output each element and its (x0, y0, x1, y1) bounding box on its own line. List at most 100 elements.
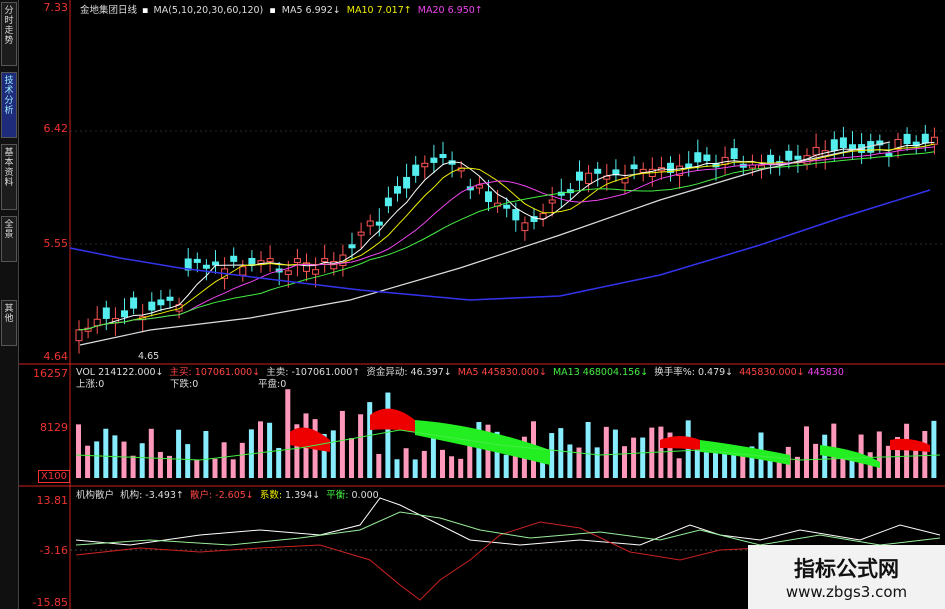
candle-body (421, 162, 429, 168)
ma10-value: MA10 7.017↑ (346, 5, 412, 16)
volume-bar (148, 428, 154, 478)
inst-value: -3.493↑ (145, 490, 184, 501)
tab-fundamentals[interactable]: 基本资料 (1, 144, 17, 210)
vol-ma5-value: MA5 445830.000↓ (457, 367, 547, 378)
volume-bar (349, 438, 354, 478)
view-tab-strip: 分时走势 技术分析 基本资料 全景 其他 (0, 0, 19, 609)
volume-bar (258, 421, 263, 478)
volume-bar (731, 454, 737, 478)
volume-bar (230, 459, 236, 478)
candle-body (121, 310, 128, 318)
up-count: 上涨:0 (76, 379, 105, 390)
volume-bar (421, 450, 427, 478)
volume-bar (503, 454, 509, 478)
volume-bar (804, 426, 809, 478)
volume-axis-label: 8129 (40, 421, 68, 434)
volume-bar (212, 458, 218, 478)
volume-bar (121, 441, 127, 478)
volume-bar (76, 424, 81, 478)
volume-bar (622, 446, 627, 478)
candle-body (312, 269, 320, 275)
ma-line (78, 143, 935, 331)
candle-body (849, 144, 856, 150)
fund-label: 资金异动: (366, 367, 408, 378)
candle-body (403, 176, 411, 189)
candle-body (812, 146, 820, 156)
volume-bar (358, 414, 364, 478)
ma-line (78, 141, 935, 331)
volume-bar (85, 445, 91, 478)
candle-body (721, 156, 729, 165)
volume-bar (676, 458, 682, 478)
volume-bar (558, 428, 564, 478)
tab-other[interactable]: 其他 (1, 300, 17, 346)
volume-bar (385, 392, 391, 478)
institution-line (75, 497, 941, 546)
volume-bar (576, 447, 582, 478)
volume-bar (157, 451, 163, 478)
vol-ma13-value: MA13 468004.156↓ (552, 367, 649, 378)
right-value: 445830.000↓ (739, 367, 805, 378)
balance-label: 平衡: (326, 490, 349, 501)
candle-body (921, 133, 929, 144)
volume-bar (376, 454, 382, 478)
volume-bar (603, 426, 609, 478)
volume-bar (585, 422, 591, 478)
volume-bar (430, 435, 436, 478)
candle-body (839, 137, 847, 149)
price-axis-label: 6.42 (43, 122, 69, 135)
main-sell-value: -107061.000↑ (291, 367, 361, 378)
balance-value: 0.000 (351, 490, 379, 501)
volume-bar (239, 442, 245, 478)
volume-bar (885, 445, 891, 478)
volume-bar (267, 422, 273, 478)
watermark: 指标公式网 www.zbgs3.com (748, 545, 945, 609)
volume-bar (449, 456, 455, 478)
candle-body (585, 172, 593, 184)
right-value-2: 445830 (807, 367, 844, 378)
volume-bar (876, 431, 882, 478)
tab-technical-analysis[interactable]: 技术分析 (1, 72, 17, 138)
volume-bar (922, 430, 928, 478)
candle-body (148, 301, 156, 311)
price-axis-label: 5.55 (43, 237, 69, 250)
retail-value: -2.605↓ (215, 490, 254, 501)
price-axis-label: 4.64 (43, 350, 69, 363)
candle-body (284, 270, 292, 275)
candle-body (394, 186, 401, 194)
candle-body (266, 258, 274, 263)
indicator-axis-label: -3.16 (39, 544, 68, 557)
candle-body (685, 163, 693, 168)
down-count: 下跌:0 (170, 379, 199, 390)
fund-flow-band (660, 436, 700, 450)
ma5-value: MA5 6.992↓ (281, 5, 341, 16)
volume-bar (94, 441, 100, 478)
candle-body (212, 261, 219, 266)
candle-body (166, 296, 174, 301)
volume-bar (904, 423, 910, 478)
volume-bar (594, 447, 600, 478)
tab-intraday[interactable]: 分时走势 (1, 2, 17, 66)
flat-count: 平盘:0 (258, 379, 287, 390)
volume-bar (203, 431, 209, 478)
coef-value: 1.394↓ (285, 490, 321, 501)
candle-body (512, 209, 520, 221)
turnover-value: 0.479↓ (697, 367, 734, 378)
candle-body (930, 136, 938, 145)
indicator-header: 机构散户 机构: -3.493↑ 散户: -2.605↓ 系数: 1.394↓ … (76, 487, 379, 501)
main-buy-value: 107061.000↓ (194, 367, 261, 378)
candle-body (703, 154, 711, 162)
ma-params: MA(5,10,20,30,60,120) (153, 5, 264, 16)
retail-label: 散户: (189, 490, 213, 501)
tab-panorama[interactable]: 全景 (1, 216, 17, 262)
candle-body (348, 244, 356, 249)
candle-body (384, 197, 392, 207)
candle-body (412, 164, 420, 176)
candle-body (193, 258, 201, 263)
volume-bar (458, 458, 464, 478)
low-price-marker: 4.65 (138, 351, 160, 362)
candle-body (230, 255, 238, 262)
volume-bar (685, 420, 691, 478)
candle-body (639, 168, 647, 173)
volume-bar (403, 448, 409, 478)
